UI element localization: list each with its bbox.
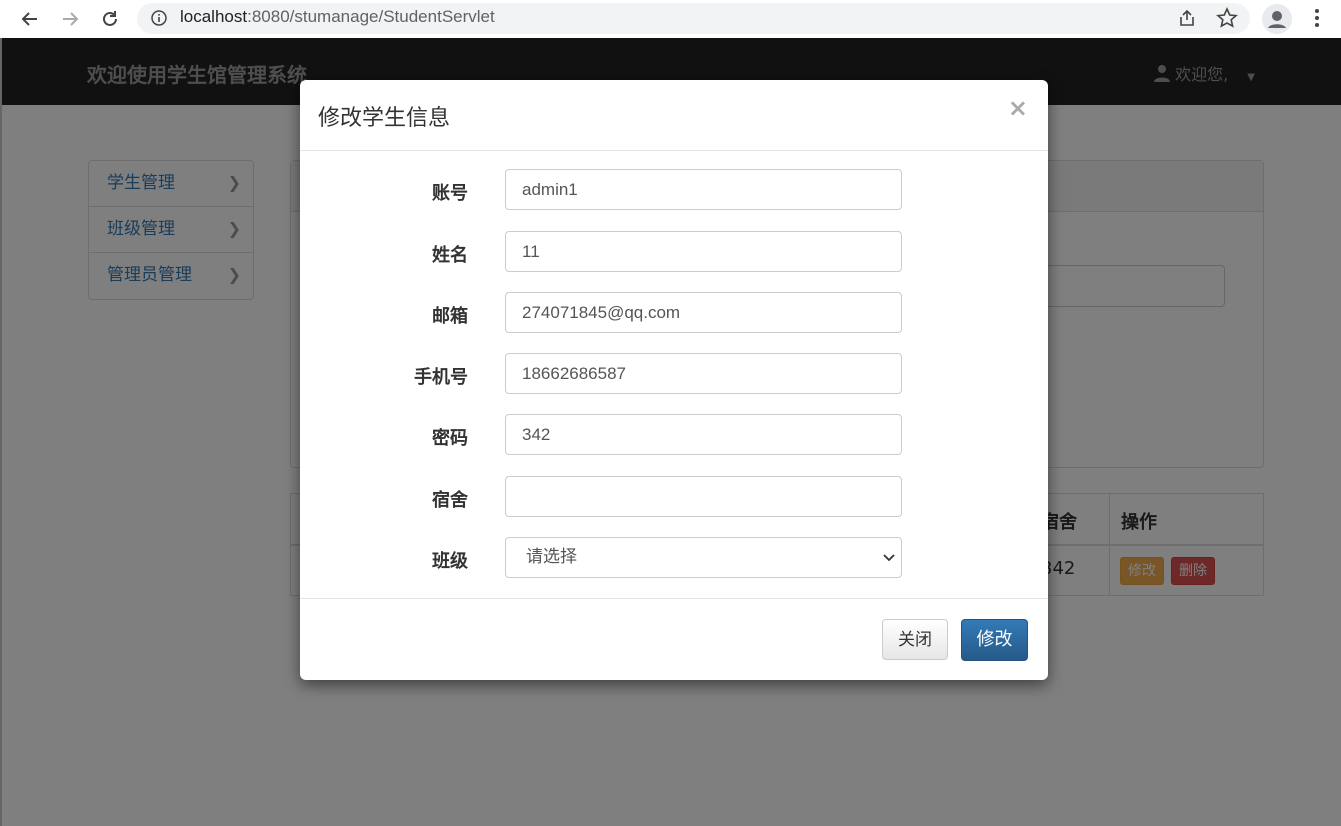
account-input[interactable]: admin1 bbox=[505, 169, 902, 210]
password-label: 密码 bbox=[432, 428, 468, 449]
close-button[interactable]: 关闭 bbox=[882, 619, 948, 660]
dorm-label: 宿舍 bbox=[432, 490, 468, 511]
class-select-value: 请选择 bbox=[526, 547, 577, 567]
close-icon[interactable]: × bbox=[1008, 94, 1028, 122]
profile-avatar-icon[interactable] bbox=[1262, 4, 1292, 34]
reload-icon[interactable] bbox=[96, 5, 124, 33]
bookmark-star-icon[interactable] bbox=[1216, 7, 1238, 33]
forward-icon[interactable] bbox=[56, 5, 84, 33]
class-select[interactable]: 请选择 bbox=[505, 537, 902, 578]
form-row-name: 姓名 11 bbox=[300, 231, 1048, 274]
dorm-input[interactable] bbox=[505, 476, 902, 517]
phone-input[interactable]: 18662686587 bbox=[505, 353, 902, 394]
url-text[interactable]: localhost:8080/stumanage/StudentServlet bbox=[180, 7, 495, 27]
email-label: 邮箱 bbox=[432, 306, 468, 327]
modal-header: 修改学生信息 × bbox=[300, 80, 1048, 151]
form-row-account: 账号 admin1 bbox=[300, 169, 1048, 212]
edit-student-modal: 修改学生信息 × 账号 admin1 姓名 11 邮箱 274071845@qq… bbox=[300, 80, 1048, 680]
account-label: 账号 bbox=[432, 183, 468, 204]
class-label: 班级 bbox=[432, 551, 468, 572]
email-input[interactable]: 274071845@qq.com bbox=[505, 292, 902, 333]
back-icon[interactable] bbox=[16, 5, 44, 33]
menu-kebab-icon[interactable] bbox=[1309, 8, 1325, 32]
phone-label: 手机号 bbox=[414, 367, 468, 388]
name-label: 姓名 bbox=[432, 245, 468, 266]
chevron-down-icon bbox=[883, 538, 895, 593]
form-row-password: 密码 342 bbox=[300, 414, 1048, 457]
name-input[interactable]: 11 bbox=[505, 231, 902, 272]
share-icon[interactable] bbox=[1177, 8, 1197, 32]
site-info-icon[interactable] bbox=[151, 10, 167, 30]
form-row-dorm: 宿舍 bbox=[300, 476, 1048, 519]
submit-button[interactable]: 修改 bbox=[961, 619, 1028, 661]
form-row-phone: 手机号 18662686587 bbox=[300, 353, 1048, 396]
password-input[interactable]: 342 bbox=[505, 414, 902, 455]
form-row-class: 班级 请选择 bbox=[300, 537, 1048, 580]
browser-toolbar: localhost:8080/stumanage/StudentServlet bbox=[0, 0, 1341, 38]
modal-footer: 关闭 修改 bbox=[300, 598, 1048, 681]
form-row-email: 邮箱 274071845@qq.com bbox=[300, 292, 1048, 335]
modal-title: 修改学生信息 bbox=[318, 106, 451, 131]
